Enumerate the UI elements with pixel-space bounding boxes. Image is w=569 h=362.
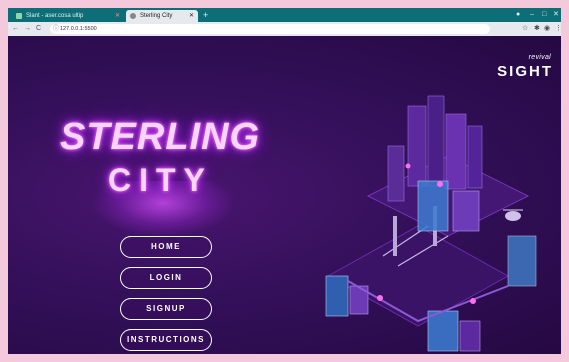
- signup-button[interactable]: SIGNUP: [120, 298, 212, 320]
- minimize-button[interactable]: –: [530, 9, 534, 21]
- close-window-button[interactable]: ✕: [553, 9, 559, 21]
- building: [427, 310, 459, 352]
- tab-active[interactable]: Sterling City ✕: [126, 10, 198, 22]
- tab-label: Sterling City: [140, 13, 173, 19]
- new-tab-button[interactable]: +: [203, 9, 208, 21]
- bridge-tower: [393, 216, 397, 256]
- building: [407, 105, 427, 187]
- building: [507, 235, 537, 287]
- forward-button[interactable]: →: [24, 23, 31, 35]
- browser-menu-icon[interactable]: ⋮: [555, 23, 561, 35]
- neon-light: [405, 163, 411, 169]
- building: [467, 125, 483, 189]
- tab-close-icon[interactable]: ✕: [115, 10, 120, 22]
- back-button[interactable]: ←: [12, 23, 19, 35]
- address-bar-row: ← → C ⓘ 127.0.0.1:5500 ☆ ✱ ◉ ⋮: [8, 22, 561, 36]
- bookmark-star-icon[interactable]: ☆: [522, 23, 528, 35]
- helicopter: [505, 211, 521, 221]
- page-favicon-icon: [16, 13, 22, 19]
- info-icon[interactable]: ⓘ: [53, 24, 59, 34]
- tab-close-icon[interactable]: ✕: [189, 10, 194, 22]
- game-landing-page: revival SIGHT STERLING CITY HOME LOGIN S…: [8, 36, 561, 354]
- maximize-button[interactable]: □: [542, 9, 546, 21]
- home-button[interactable]: HOME: [120, 236, 212, 258]
- tab-bar: Slant - aser.cosa ultip ✕ Sterling City …: [8, 8, 561, 22]
- brand-logo: SIGHT: [497, 63, 553, 80]
- game-title-line2: CITY: [108, 162, 213, 198]
- address-text: 127.0.0.1:5500: [60, 26, 97, 32]
- isometric-city-illustration: [325, 95, 537, 352]
- profile-icon[interactable]: ●: [516, 9, 520, 21]
- globe-icon: [130, 13, 136, 19]
- neon-light: [377, 295, 383, 301]
- game-title-line1: STERLING: [60, 116, 261, 158]
- address-input[interactable]: ⓘ 127.0.0.1:5500: [50, 24, 490, 34]
- neon-light: [437, 181, 443, 187]
- extensions-icon[interactable]: ✱: [534, 23, 540, 35]
- building: [445, 113, 467, 190]
- building: [459, 320, 481, 352]
- building: [427, 95, 445, 187]
- browser-window: Slant - aser.cosa ultip ✕ Sterling City …: [8, 8, 561, 354]
- avatar[interactable]: ◉: [544, 23, 550, 35]
- reload-button[interactable]: C: [36, 23, 41, 35]
- building: [452, 190, 480, 232]
- tab-inactive[interactable]: Slant - aser.cosa ultip ✕: [12, 10, 124, 22]
- instructions-button[interactable]: INSTRUCTIONS: [120, 329, 212, 351]
- building: [325, 275, 349, 317]
- tab-label: Slant - aser.cosa ultip: [26, 13, 84, 19]
- neon-light: [470, 298, 476, 304]
- login-button[interactable]: LOGIN: [120, 267, 212, 289]
- brand-tagline: revival: [528, 54, 551, 61]
- building: [417, 180, 449, 232]
- building: [387, 145, 405, 202]
